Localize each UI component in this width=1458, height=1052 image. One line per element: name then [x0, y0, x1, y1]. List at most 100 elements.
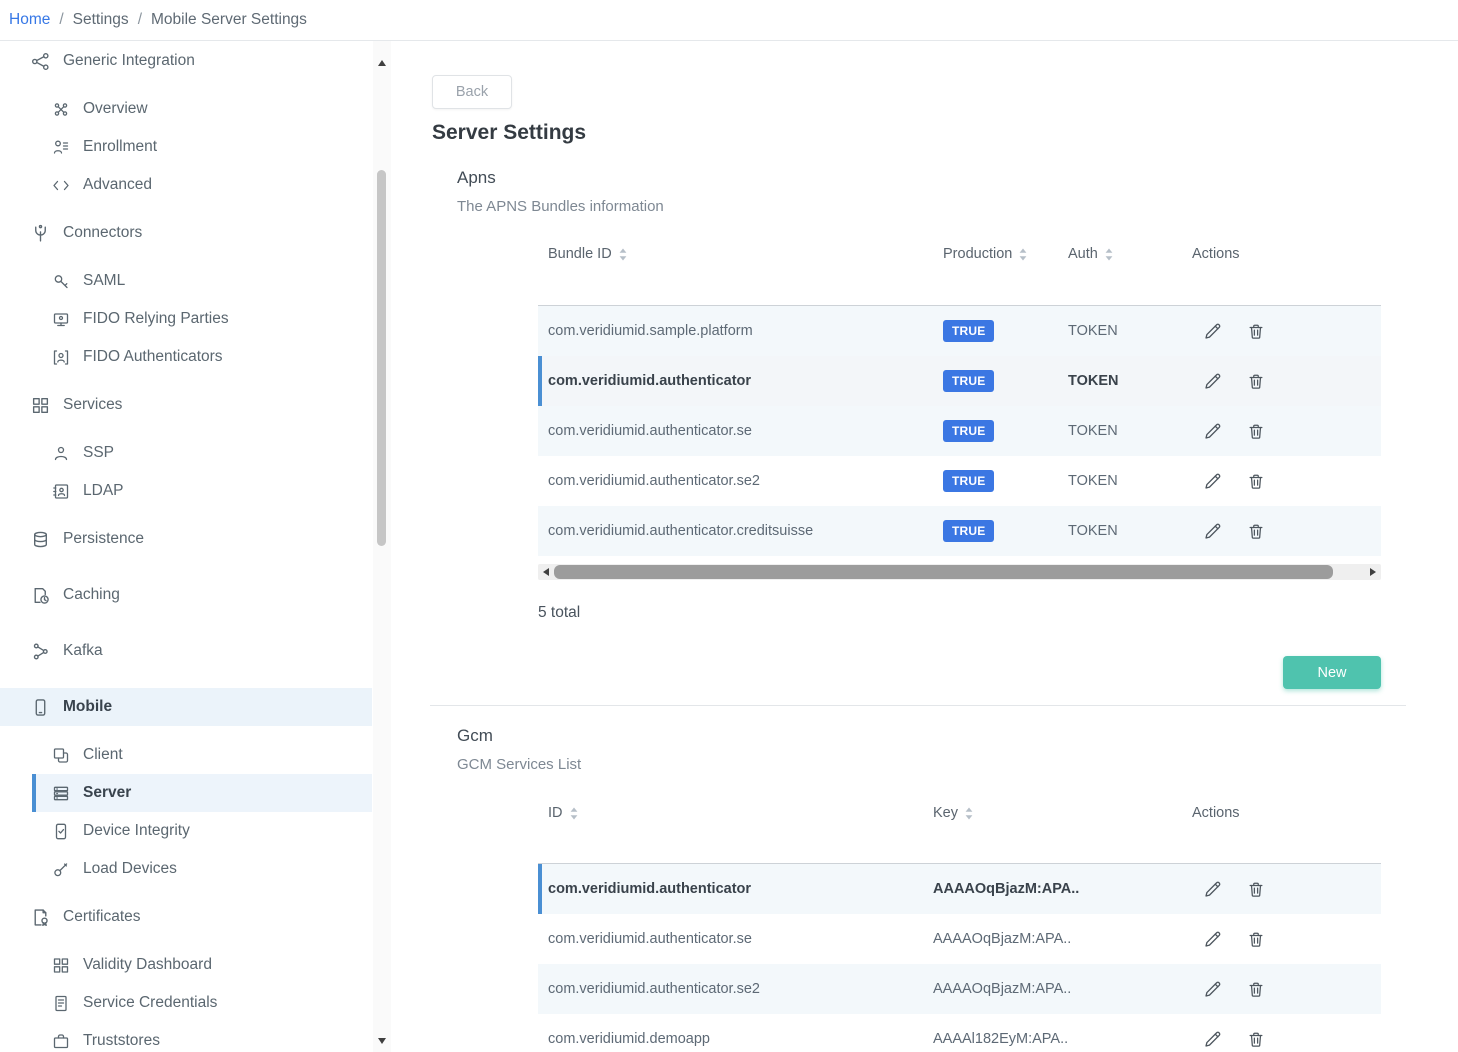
sidebar-item-connectors[interactable]: Connectors — [0, 214, 372, 252]
edit-icon[interactable] — [1202, 929, 1222, 949]
sidebar-item-enrollment[interactable]: Enrollment — [0, 128, 372, 166]
sidebar-item-mobile[interactable]: Mobile — [0, 688, 372, 726]
production-cell: TRUE — [943, 370, 1068, 392]
sort-icon — [570, 807, 578, 820]
edit-icon[interactable] — [1202, 421, 1222, 441]
code-icon — [52, 175, 70, 195]
scroll-down-arrow[interactable] — [373, 1033, 391, 1049]
edit-icon[interactable] — [1202, 521, 1222, 541]
scrollbar-thumb[interactable] — [554, 565, 1333, 579]
apns-section-title: Apns — [457, 167, 496, 189]
sidebar-scrollbar-thumb[interactable] — [377, 170, 386, 546]
delete-icon[interactable] — [1246, 1029, 1266, 1049]
scroll-up-arrow[interactable] — [373, 55, 391, 71]
delete-icon[interactable] — [1246, 521, 1266, 541]
sidebar-item-device-integrity[interactable]: Device Integrity — [0, 812, 372, 850]
bundle-id-cell: com.veridiumid.authenticator.se2 — [538, 473, 943, 489]
sidebar-item-fido-authenticators[interactable]: FIDO Authenticators — [0, 338, 372, 376]
key-cell: AAAAl182EyM:APA.. — [933, 1031, 1192, 1047]
row-actions — [1192, 471, 1381, 491]
new-button[interactable]: New — [1283, 656, 1381, 689]
production-cell: TRUE — [943, 320, 1068, 342]
wrench-icon — [52, 859, 70, 879]
sidebar-item-load-devices[interactable]: Load Devices — [0, 850, 372, 888]
sidebar-item-persistence[interactable]: Persistence — [0, 520, 372, 558]
overview-icon — [52, 99, 70, 119]
sidebar-scrollbar[interactable] — [373, 41, 391, 1052]
delete-icon[interactable] — [1246, 879, 1266, 899]
sidebar-item-certificates[interactable]: Certificates — [0, 898, 372, 936]
delete-icon[interactable] — [1246, 929, 1266, 949]
scrollbar-track[interactable] — [554, 564, 1365, 580]
production-cell: TRUE — [943, 520, 1068, 542]
gcm-row[interactable]: com.veridiumid.demoappAAAAl182EyM:APA.. — [538, 1014, 1381, 1052]
gcm-row[interactable]: com.veridiumid.authenticatorAAAAOqBjazM:… — [538, 864, 1381, 914]
true-badge: TRUE — [943, 470, 994, 492]
sidebar: Generic Integration OverviewEnrollmentAdv… — [0, 41, 372, 1052]
sidebar-item-advanced[interactable]: Advanced — [0, 166, 372, 204]
sidebar-item-label: FIDO Authenticators — [83, 348, 223, 366]
sidebar-item-truststores[interactable]: Truststores — [0, 1022, 372, 1052]
sidebar-item-fido-relying-parties[interactable]: FIDO Relying Parties — [0, 300, 372, 338]
sidebar-item-kafka[interactable]: Kafka — [0, 632, 372, 670]
breadcrumb-settings[interactable]: Settings — [73, 11, 129, 29]
sidebar-item-ldap[interactable]: LDAP — [0, 472, 372, 510]
delete-icon[interactable] — [1246, 471, 1266, 491]
sidebar-item-saml[interactable]: SAML — [0, 262, 372, 300]
sidebar-group-certificates: Certificates Validity Dashboard Service Cr… — [0, 898, 372, 1052]
sidebar-item-server[interactable]: Server — [32, 774, 372, 812]
monitor-icon — [52, 309, 70, 329]
sidebar-sublist: ClientServerDevice IntegrityLoad Devices — [0, 736, 372, 888]
database-icon — [30, 529, 50, 549]
column-header-bundle-id[interactable]: Bundle ID — [538, 246, 943, 262]
sidebar-item-ssp[interactable]: SSP — [0, 434, 372, 472]
column-header-production[interactable]: Production — [943, 246, 1068, 262]
apns-row[interactable]: com.veridiumid.authenticatorTRUETOKEN — [538, 356, 1381, 406]
client-icon — [52, 745, 70, 765]
sidebar-item-client[interactable]: Client — [0, 736, 372, 774]
apns-row[interactable]: com.veridiumid.authenticator.creditsuiss… — [538, 506, 1381, 556]
sidebar-item-validity-dashboard[interactable]: Validity Dashboard — [0, 946, 372, 984]
gcm-row[interactable]: com.veridiumid.authenticator.se2AAAAOqBj… — [538, 964, 1381, 1014]
sidebar-item-generic-integration[interactable]: Generic Integration — [0, 42, 372, 80]
back-button[interactable]: Back — [432, 75, 512, 109]
row-actions — [1192, 371, 1381, 391]
sidebar-item-label: Service Credentials — [83, 994, 217, 1012]
sidebar-item-services[interactable]: Services — [0, 386, 372, 424]
scroll-left-arrow[interactable] — [538, 564, 554, 580]
sidebar-item-overview[interactable]: Overview — [0, 90, 372, 128]
delete-icon[interactable] — [1246, 371, 1266, 391]
sidebar-item-label: SAML — [83, 272, 125, 290]
sidebar-item-service-credentials[interactable]: Service Credentials — [0, 984, 372, 1022]
apns-row[interactable]: com.veridiumid.authenticator.se2TRUETOKE… — [538, 456, 1381, 506]
delete-icon[interactable] — [1246, 321, 1266, 341]
device-check-icon — [52, 821, 70, 841]
edit-icon[interactable] — [1202, 979, 1222, 999]
apns-total-count: 5 total — [538, 604, 580, 622]
apns-row[interactable]: com.veridiumid.authenticator.seTRUETOKEN — [538, 406, 1381, 456]
sidebar-item-label: Persistence — [63, 530, 144, 548]
sidebar-item-caching[interactable]: Caching — [0, 576, 372, 614]
delete-icon[interactable] — [1246, 421, 1266, 441]
column-header-auth[interactable]: Auth — [1068, 246, 1192, 262]
apns-row[interactable]: com.veridiumid.sample.platformTRUETOKEN — [538, 306, 1381, 356]
key-cell: AAAAOqBjazM:APA.. — [933, 931, 1192, 947]
integration-icon — [30, 51, 50, 71]
apns-horizontal-scrollbar[interactable] — [538, 564, 1381, 580]
enrollment-icon — [52, 137, 70, 157]
column-header-key[interactable]: Key — [933, 805, 1192, 821]
auth-cell: TOKEN — [1068, 423, 1192, 439]
edit-icon[interactable] — [1202, 321, 1222, 341]
edit-icon[interactable] — [1202, 879, 1222, 899]
gcm-row[interactable]: com.veridiumid.authenticator.seAAAAOqBja… — [538, 914, 1381, 964]
breadcrumb-home[interactable]: Home — [9, 11, 50, 29]
briefcase-icon — [52, 1031, 70, 1051]
edit-icon[interactable] — [1202, 1029, 1222, 1049]
delete-icon[interactable] — [1246, 979, 1266, 999]
edit-icon[interactable] — [1202, 471, 1222, 491]
sidebar-item-label: Mobile — [63, 698, 112, 716]
address-book-icon — [52, 481, 70, 501]
edit-icon[interactable] — [1202, 371, 1222, 391]
column-header-id[interactable]: ID — [538, 805, 933, 821]
scroll-right-arrow[interactable] — [1365, 564, 1381, 580]
